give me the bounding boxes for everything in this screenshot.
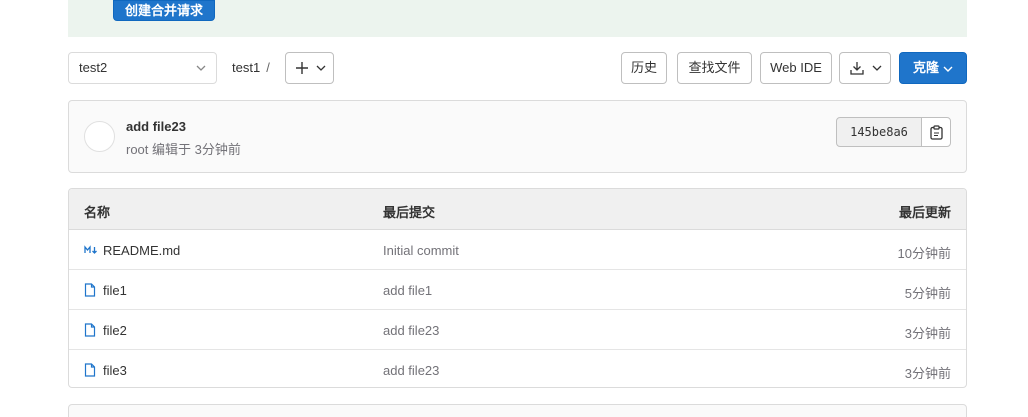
file-name[interactable]: file2 — [103, 323, 127, 338]
last-commit-panel: add file23 root 编辑于 3分钟前 145be8a6 — [68, 100, 967, 173]
file-icon — [84, 363, 96, 377]
column-header-last-update: 最后更新 — [898, 205, 951, 220]
history-button[interactable]: 历史 — [621, 52, 667, 84]
clone-label: 克隆 — [912, 60, 939, 75]
web-ide-button[interactable]: Web IDE — [760, 52, 832, 84]
clipboard-icon — [930, 125, 943, 140]
commit-message[interactable]: add file1 — [383, 283, 432, 298]
download-icon — [850, 62, 864, 75]
chevron-down-icon — [943, 66, 953, 72]
chevron-down-icon — [872, 65, 882, 71]
commit-date: 3分钟前 — [904, 366, 951, 381]
file-icon — [84, 283, 96, 297]
branch-name: test2 — [79, 60, 108, 75]
create-merge-request-button[interactable]: 创建合并请求 — [113, 0, 216, 21]
avatar[interactable] — [84, 121, 115, 152]
find-file-button[interactable]: 查找文件 — [677, 52, 752, 84]
commit-date: 10分钟前 — [897, 246, 951, 261]
commit-message[interactable]: add file23 — [383, 323, 439, 338]
commit-message[interactable]: Initial commit — [383, 243, 459, 258]
branch-selector[interactable]: test2 — [68, 52, 217, 84]
table-row[interactable]: file2 add file23 3分钟前 — [69, 310, 966, 350]
add-to-tree-dropdown[interactable] — [285, 52, 334, 84]
table-row[interactable]: file1 add file1 5分钟前 — [69, 270, 966, 310]
copy-sha-button[interactable] — [921, 117, 951, 147]
file-tree-table: 名称 最后提交 最后更新 README.md Initial commit 10… — [68, 188, 967, 388]
chevron-down-icon — [196, 65, 206, 71]
download-dropdown[interactable] — [839, 52, 891, 84]
breadcrumb-separator: / — [266, 60, 270, 75]
column-header-last-commit: 最后提交 — [383, 205, 436, 220]
file-name[interactable]: file1 — [103, 283, 127, 298]
table-header: 名称 最后提交 最后更新 — [69, 189, 966, 230]
markdown-icon — [84, 245, 97, 254]
commit-meta: root 编辑于 3分钟前 — [126, 142, 241, 157]
column-header-name: 名称 — [84, 205, 111, 220]
table-row[interactable]: file3 add file23 3分钟前 — [69, 350, 966, 387]
breadcrumb-project[interactable]: test1 — [232, 60, 260, 75]
clone-dropdown[interactable]: 克隆 — [899, 52, 967, 84]
plus-icon — [296, 62, 308, 74]
commit-sha[interactable]: 145be8a6 — [836, 117, 922, 147]
commit-title[interactable]: add file23 — [126, 119, 186, 134]
readme-panel — [68, 404, 967, 417]
table-row[interactable]: README.md Initial commit 10分钟前 — [69, 230, 966, 270]
commit-date: 5分钟前 — [904, 286, 951, 301]
file-icon — [84, 323, 96, 337]
commit-message[interactable]: add file23 — [383, 363, 439, 378]
chevron-down-icon — [316, 65, 326, 71]
breadcrumb: test1 / — [232, 52, 270, 84]
commit-date: 3分钟前 — [904, 326, 951, 341]
file-name[interactable]: README.md — [103, 243, 180, 258]
file-name[interactable]: file3 — [103, 363, 127, 378]
merge-request-banner: 创建合并请求 — [68, 0, 967, 37]
repo-toolbar: test2 test1 / 历史 查找文件 Web IDE 克隆 — [68, 52, 967, 84]
